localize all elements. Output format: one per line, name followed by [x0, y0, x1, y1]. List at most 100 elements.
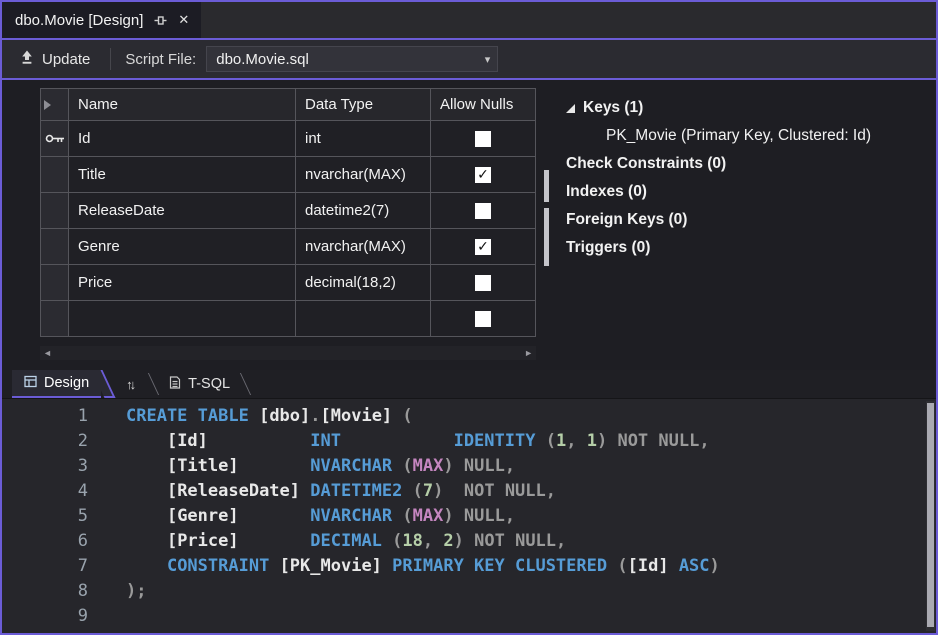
cell-data-type[interactable]: datetime2(7) [296, 193, 431, 229]
cell-name[interactable]: ReleaseDate [69, 193, 296, 229]
code-token: [Movie] [321, 406, 393, 426]
code-line: 3 [Title] NVARCHAR (MAX) NULL, [2, 454, 936, 479]
tab-tsql[interactable]: T-SQL [149, 370, 250, 398]
code-line: 7 CONSTRAINT [PK_Movie] PRIMARY KEY CLUS… [2, 554, 936, 579]
code-token: [PK_Movie] [280, 556, 382, 576]
cell-allow-nulls[interactable] [431, 265, 536, 301]
code-token [239, 506, 311, 526]
context-item-foreign-keys[interactable]: Foreign Keys (0) [566, 206, 871, 234]
code-token: ( [402, 456, 412, 476]
context-item-triggers[interactable]: Triggers (0) [566, 234, 871, 262]
cell-allow-nulls[interactable] [431, 193, 536, 229]
context-item-indexes[interactable]: Indexes (0) [566, 178, 871, 206]
table-designer-window: dbo.Movie [Design] ✕ Update Script File:… [0, 0, 938, 635]
cell-name[interactable]: Genre [69, 229, 296, 265]
code-token: 2 [443, 531, 453, 551]
context-item-check-constraints[interactable]: Check Constraints (0) [566, 150, 871, 178]
code-token [269, 556, 279, 576]
code-token [443, 481, 463, 501]
context-pane: Keys (1)PK_Movie (Primary Key, Clustered… [566, 94, 871, 262]
code-token: NOT NULL, [464, 481, 556, 501]
row-header[interactable] [41, 229, 69, 265]
grid-corner-cell[interactable] [41, 89, 69, 121]
column-header-data-type[interactable]: Data Type [296, 89, 431, 121]
cell-name[interactable]: Title [69, 157, 296, 193]
tsql-code-pane[interactable]: 1CREATE TABLE [dbo].[Movie] (2 [Id] INT … [2, 398, 936, 633]
allow-nulls-checkbox[interactable] [475, 203, 491, 219]
context-item-pk-movie[interactable]: PK_Movie (Primary Key, Clustered: Id) [566, 122, 871, 150]
cell-name[interactable] [69, 301, 296, 337]
grid-horizontal-scrollbar[interactable]: ◄ ► [40, 346, 536, 360]
cell-allow-nulls[interactable]: ✓ [431, 229, 536, 265]
cell-data-type[interactable]: nvarchar(MAX) [296, 229, 431, 265]
row-header[interactable] [41, 265, 69, 301]
code-token: ASC [679, 556, 710, 576]
column-header-name[interactable]: Name [69, 89, 296, 121]
code-token [669, 556, 679, 576]
line-number: 6 [2, 529, 88, 554]
line-number: 3 [2, 454, 88, 479]
designer-toolbar: Update Script File: dbo.Movie.sql ▾ [2, 40, 936, 78]
scrollbar-thumb[interactable] [927, 403, 934, 627]
cell-name[interactable]: Price [69, 265, 296, 301]
allow-nulls-checkbox[interactable]: ✓ [475, 239, 491, 255]
cell-allow-nulls[interactable]: ✓ [431, 157, 536, 193]
row-header[interactable] [41, 121, 69, 157]
code-token: 18 [402, 531, 422, 551]
code-token: DECIMAL [310, 531, 382, 551]
close-icon[interactable]: ✕ [178, 12, 189, 28]
code-token [239, 531, 311, 551]
code-token: [Id] [167, 431, 208, 451]
design-tab-icon [24, 375, 37, 392]
code-token: . [310, 406, 320, 426]
code-token: IDENTITY [454, 431, 536, 451]
code-vertical-scrollbar[interactable] [926, 401, 935, 631]
cell-data-type[interactable]: nvarchar(MAX) [296, 157, 431, 193]
update-button[interactable]: Update [14, 47, 96, 72]
allow-nulls-checkbox[interactable] [475, 275, 491, 291]
code-token [300, 481, 310, 501]
allow-nulls-checkbox[interactable] [475, 131, 491, 147]
cell-allow-nulls[interactable] [431, 301, 536, 337]
cell-data-type[interactable]: decimal(18,2) [296, 265, 431, 301]
cell-data-type[interactable] [296, 301, 431, 337]
swap-panes-button[interactable]: ↑↓ [118, 370, 141, 398]
script-file-value: dbo.Movie.sql [216, 51, 309, 68]
code-token [126, 456, 167, 476]
update-button-label: Update [42, 51, 90, 68]
row-header[interactable] [41, 193, 69, 229]
script-file-combobox[interactable]: dbo.Movie.sql ▾ [206, 46, 498, 72]
column-header-allow-nulls[interactable]: Allow Nulls [431, 89, 536, 121]
cell-name[interactable]: Id [69, 121, 296, 157]
expanded-arrow-icon[interactable] [566, 104, 575, 113]
pin-icon[interactable] [154, 14, 167, 27]
allow-nulls-checkbox[interactable] [475, 311, 491, 327]
scroll-right-icon[interactable]: ► [524, 348, 533, 358]
code-lines: 1CREATE TABLE [dbo].[Movie] (2 [Id] INT … [2, 404, 936, 629]
context-item-keys[interactable]: Keys (1) [566, 94, 871, 122]
line-number: 1 [2, 404, 88, 429]
document-tabbar: dbo.Movie [Design] ✕ [2, 2, 936, 38]
row-header[interactable] [41, 301, 69, 337]
allow-nulls-checkbox[interactable]: ✓ [475, 167, 491, 183]
code-token [208, 431, 310, 451]
cell-data-type[interactable]: int [296, 121, 431, 157]
update-icon [20, 50, 34, 69]
row-header[interactable] [41, 157, 69, 193]
document-tab[interactable]: dbo.Movie [Design] ✕ [2, 2, 201, 38]
tab-tsql-label: T-SQL [188, 376, 230, 392]
line-number: 5 [2, 504, 88, 529]
code-line: 6 [Price] DECIMAL (18, 2) NOT NULL, [2, 529, 936, 554]
code-token [126, 531, 167, 551]
code-token: ) [710, 556, 720, 576]
combo-dropdown-icon[interactable]: ▾ [485, 53, 491, 66]
scrollbar-thumb[interactable] [544, 170, 549, 202]
code-token [464, 531, 474, 551]
code-token [382, 556, 392, 576]
tab-design[interactable]: Design [12, 370, 101, 398]
document-tab-title: dbo.Movie [Design] [15, 12, 143, 29]
scroll-left-icon[interactable]: ◄ [43, 348, 52, 358]
grid-vertical-scrollbar[interactable] [542, 88, 551, 336]
cell-allow-nulls[interactable] [431, 121, 536, 157]
scrollbar-thumb[interactable] [544, 208, 549, 266]
